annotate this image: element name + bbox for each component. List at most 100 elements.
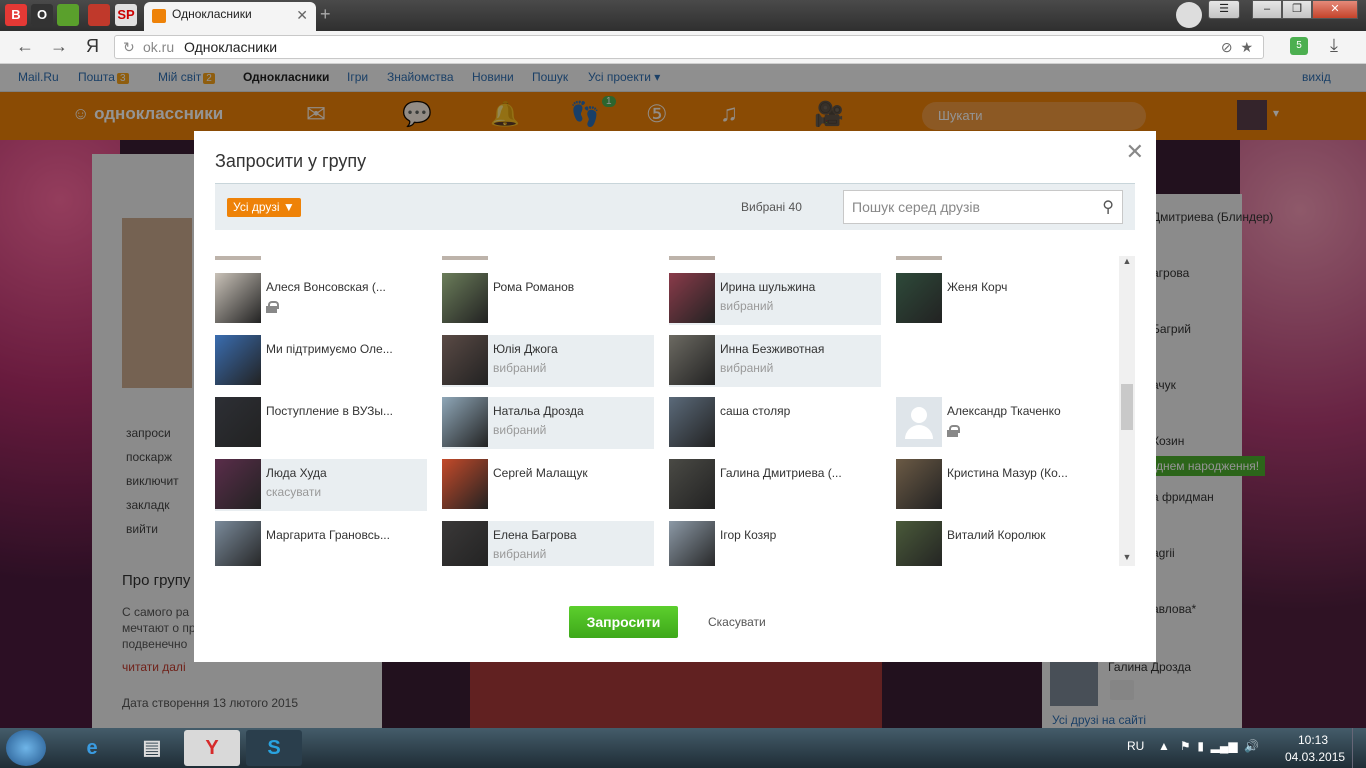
friend-card[interactable]: Ми підтримуємо Оле... xyxy=(215,335,427,387)
friends-filter-dropdown[interactable]: Усі друзі ▼ xyxy=(227,198,301,217)
plus-icon[interactable]: + xyxy=(320,4,331,25)
friend-card[interactable]: Инна Безживотная вибраний xyxy=(669,335,881,387)
friend-name: Женя Корч xyxy=(947,280,1008,294)
lock-icon xyxy=(947,425,960,437)
undo-invite-link[interactable]: скасувати xyxy=(266,485,321,499)
friend-card[interactable]: Елена Багрова вибраний xyxy=(442,521,654,566)
selected-count[interactable]: Вибрані 40 xyxy=(741,200,802,214)
friend-photo xyxy=(442,521,488,566)
friend-photo xyxy=(669,335,715,385)
profile-avatar[interactable] xyxy=(1176,2,1202,28)
adblock-icon[interactable]: ⊘ xyxy=(1221,39,1233,55)
friend-name: Галина Дмитриева (... xyxy=(720,466,842,480)
shield-extension-icon[interactable]: 5 xyxy=(1290,37,1308,55)
friend-card[interactable]: Алеся Вонсовская (... xyxy=(215,273,427,325)
friend-photo xyxy=(669,459,715,509)
friend-photo xyxy=(442,273,488,323)
forward-arrow-icon[interactable]: → xyxy=(50,36,68,57)
friend-card[interactable]: саша столяр xyxy=(669,397,881,449)
friend-card[interactable]: Женя Корч xyxy=(896,273,1108,325)
friend-status: вибраний xyxy=(493,547,547,561)
friend-card[interactable]: Сергей Малащук xyxy=(442,459,654,511)
back-arrow-icon[interactable]: ← xyxy=(16,36,34,57)
friend-card[interactable]: Юлія Джога вибраний xyxy=(442,335,654,387)
tray-expand-icon[interactable]: ▲ xyxy=(1158,739,1170,753)
filter-label: Усі друзі xyxy=(233,200,280,214)
yandex-logo[interactable]: Я xyxy=(86,36,99,57)
clock-date[interactable]: 04.03.2015 xyxy=(1285,750,1345,764)
signal-icon[interactable]: ▂▄▆ xyxy=(1211,739,1238,753)
skype-icon[interactable]: S xyxy=(246,730,302,766)
friend-name: Виталий Королюк xyxy=(947,528,1046,542)
invite-button[interactable]: Запросити xyxy=(569,606,678,638)
friend-photo-partial xyxy=(669,256,715,260)
friend-photo xyxy=(215,459,261,509)
lock-icon xyxy=(266,301,279,313)
friend-card[interactable]: Ігор Козяр xyxy=(669,521,881,566)
action-center-icon[interactable]: ⚑ xyxy=(1180,739,1191,753)
friends-search-input[interactable]: Пошук серед друзів ⚲ xyxy=(843,190,1123,224)
pinned-tab[interactable] xyxy=(88,4,110,26)
friend-photo-partial xyxy=(442,256,488,260)
reload-icon[interactable]: ↻ xyxy=(123,36,135,58)
friends-filter-bar: Усі друзі ▼ Вибрані 40 Пошук серед друзі… xyxy=(215,183,1135,230)
window-controls: ☰ – ❐ ✕ xyxy=(1208,0,1358,19)
friend-name: Кристина Мазур (Ко... xyxy=(947,466,1068,480)
friend-card[interactable]: Ирина шульжина вибраний xyxy=(669,273,881,325)
friend-card[interactable]: Маргарита Грановсь... xyxy=(215,521,427,566)
friend-status: вибраний xyxy=(493,423,547,437)
friend-name: Елена Багрова xyxy=(493,528,577,542)
scroll-down-arrow-icon[interactable]: ▼ xyxy=(1119,552,1135,566)
address-bar[interactable]: ↻ ok.ru Однокласники ⊘ ★ xyxy=(114,35,1264,59)
show-desktop-button[interactable] xyxy=(1352,728,1366,768)
scrollbar[interactable]: ▲ ▼ xyxy=(1119,256,1135,566)
scroll-up-arrow-icon[interactable]: ▲ xyxy=(1119,256,1135,270)
friend-photo xyxy=(442,397,488,447)
maximize-button[interactable]: ❐ xyxy=(1282,0,1312,19)
friend-name: Поступление в ВУЗы... xyxy=(266,404,393,418)
friend-photo xyxy=(215,521,261,566)
pinned-tab[interactable]: B xyxy=(5,4,27,26)
friend-card[interactable]: Виталий Королюк xyxy=(896,521,1108,566)
close-tab-icon[interactable]: ✕ xyxy=(296,7,308,24)
search-icon[interactable]: ⚲ xyxy=(1102,197,1114,217)
files-icon[interactable]: ▤ xyxy=(124,730,180,766)
scrollbar-thumb[interactable] xyxy=(1121,384,1133,430)
battery-icon[interactable]: ▮ xyxy=(1197,739,1204,753)
bookmark-star-icon[interactable]: ★ xyxy=(1240,39,1253,55)
pinned-tab[interactable]: SP xyxy=(115,4,137,26)
friend-card[interactable]: Рома Романов xyxy=(442,273,654,325)
yandex-browser-icon[interactable]: Y xyxy=(184,730,240,766)
friend-name: саша столяр xyxy=(720,404,791,418)
close-window-button[interactable]: ✕ xyxy=(1312,0,1358,19)
download-icon[interactable]: ⤓ xyxy=(1330,35,1338,56)
tab-title: Однокласники xyxy=(172,7,252,21)
minimize-button[interactable]: – xyxy=(1252,0,1282,19)
friend-card[interactable]: Поступление в ВУЗы... xyxy=(215,397,427,449)
address-domain: ok.ru xyxy=(143,39,175,55)
ok-favicon-icon xyxy=(152,9,166,23)
friend-card[interactable]: Галина Дмитриева (... xyxy=(669,459,881,511)
friend-card[interactable]: Натальа Дрозда вибраний xyxy=(442,397,654,449)
tab-odnoklassniki[interactable]: Однокласники ✕ xyxy=(144,2,316,31)
close-icon[interactable]: ✕ xyxy=(1126,139,1144,165)
friend-status: вибраний xyxy=(720,361,774,375)
language-indicator[interactable]: RU xyxy=(1127,739,1144,753)
friend-card[interactable]: Люда Худа скасувати xyxy=(215,459,427,511)
friend-photo-partial xyxy=(896,256,942,260)
browser-tab-strip: B O SP Однокласники ✕ + ☰ – ❐ ✕ xyxy=(0,0,1366,31)
friend-name: Инна Безживотная xyxy=(720,342,825,356)
browser-toolbar: ← → Я ↻ ok.ru Однокласники ⊘ ★ 5 ⤓ xyxy=(0,31,1366,64)
friend-card[interactable]: Кристина Мазур (Ко... xyxy=(896,459,1108,511)
volume-icon[interactable]: 🔊 xyxy=(1244,739,1259,753)
ie-icon[interactable]: e xyxy=(64,730,120,766)
pinned-tab[interactable] xyxy=(57,4,79,26)
cancel-link[interactable]: Скасувати xyxy=(708,615,766,629)
browser-menu-button[interactable]: ☰ xyxy=(1208,0,1240,19)
friend-card[interactable]: Александр Ткаченко xyxy=(896,397,1108,449)
start-button[interactable] xyxy=(6,730,46,766)
pinned-tab[interactable]: O xyxy=(31,4,53,26)
friend-name: Ми підтримуємо Оле... xyxy=(266,342,393,356)
friend-photo xyxy=(896,459,942,509)
clock-time[interactable]: 10:13 xyxy=(1298,733,1328,747)
